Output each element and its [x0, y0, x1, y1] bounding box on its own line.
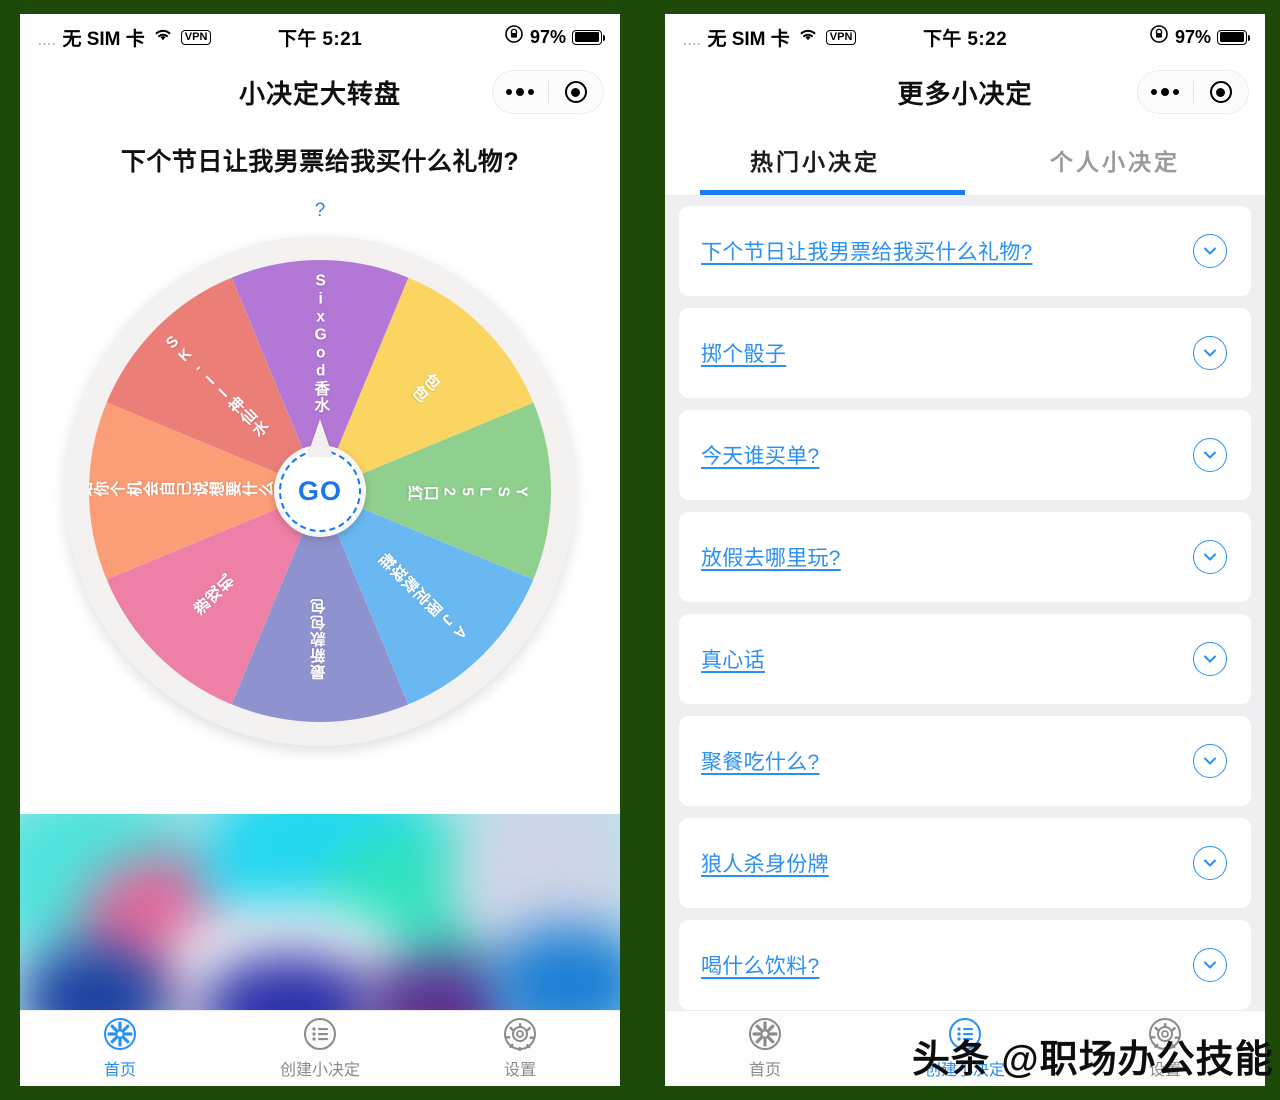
wheel-result-hint: ?	[314, 200, 326, 221]
status-time-right: 下午 5:22	[922, 28, 1008, 50]
more-menu-button-left[interactable]	[493, 88, 548, 96]
status-left-group-right: .... 无 SIM 卡 VPN	[683, 24, 923, 51]
gear-icon	[503, 1017, 537, 1051]
carrier-label: 无 SIM 卡	[707, 28, 790, 50]
status-right-group-right: 97%	[1007, 24, 1251, 50]
status-left-group: .... 无 SIM 卡 VPN	[38, 24, 278, 51]
battery-icon	[1217, 29, 1251, 45]
watermark-text: 头条 @职场办公技能	[912, 1039, 1274, 1081]
list-item[interactable]: 聚餐吃什么?	[679, 716, 1251, 806]
decision-list[interactable]: 下个节日让我男票给我买什么礼物? 掷个骰子今天谁买单? 放假去哪里玩? 真心话聚…	[665, 196, 1265, 1010]
chevron-down-icon[interactable]	[1193, 744, 1227, 778]
list-item-label[interactable]: 今天谁买单?	[701, 440, 819, 470]
tab-label: 创建小决定	[279, 1062, 360, 1079]
ellipsis-icon	[506, 88, 535, 96]
promo-banner-blurred[interactable]	[20, 814, 620, 1010]
signal-dots-icon: ....	[683, 32, 702, 48]
carrier-label: 无 SIM 卡	[62, 28, 145, 50]
wheel-pointer-icon	[307, 419, 333, 457]
ellipsis-icon	[1151, 88, 1180, 96]
list-item[interactable]: 狼人杀身份牌	[679, 818, 1251, 908]
screenshot-stage: .... 无 SIM 卡 VPN 下午 5:21 97% 小决定大转盘 下个节日…	[0, 0, 1280, 1100]
status-bar-left: .... 无 SIM 卡 VPN 下午 5:21 97%	[20, 14, 620, 60]
status-right-group: 97%	[362, 24, 606, 50]
list-item[interactable]: 放假去哪里玩?	[679, 512, 1251, 602]
list-item[interactable]: 真心话	[679, 614, 1251, 704]
wifi-icon	[796, 25, 820, 49]
wheel-go-button[interactable]: GO	[274, 445, 366, 537]
list-icon	[303, 1017, 337, 1051]
bottom-tab-bar-left[interactable]: 首页 创建小决定 设置	[20, 1010, 620, 1086]
wheel-page: 下个节日让我男票给我买什么礼物? ? SixGod香水 包包 YSL52口红 AJ限定…	[20, 124, 620, 1010]
list-item[interactable]: 喝什么饮料?	[679, 920, 1251, 1010]
list-item-label[interactable]: 喝什么饮料?	[701, 950, 819, 980]
list-item-label[interactable]: 掷个骰子	[701, 338, 786, 368]
chevron-down-icon[interactable]	[1193, 336, 1227, 370]
list-item-label[interactable]: 聚餐吃什么?	[701, 746, 819, 776]
list-item-label[interactable]: 真心话	[701, 644, 765, 674]
nav-bar-right: 更多小决定	[665, 60, 1265, 124]
page-title-left: 小决定大转盘	[238, 78, 401, 109]
status-bar-right: .... 无 SIM 卡 VPN 下午 5:22 97%	[665, 14, 1265, 60]
chevron-down-icon[interactable]	[1193, 234, 1227, 268]
chevron-down-icon[interactable]	[1193, 948, 1227, 982]
list-item-label[interactable]: 狼人杀身份牌	[701, 848, 829, 878]
lock-rotation-icon	[1149, 24, 1169, 50]
chevron-down-icon[interactable]	[1193, 438, 1227, 472]
signal-dots-icon: ....	[38, 32, 57, 48]
battery-icon	[572, 29, 606, 45]
list-item[interactable]: 今天谁买单?	[679, 410, 1251, 500]
vpn-badge: VPN	[180, 29, 212, 45]
tab-active-indicator	[700, 190, 965, 195]
battery-percent-label: 97%	[529, 26, 567, 47]
wheel-icon	[103, 1017, 137, 1051]
phone-screen-left: .... 无 SIM 卡 VPN 下午 5:21 97% 小决定大转盘 下个节日…	[20, 14, 620, 1086]
nav-bar-left: 小决定大转盘	[20, 60, 620, 124]
status-time-left: 下午 5:21	[277, 28, 363, 50]
wheel-question: 下个节日让我男票给我买什么礼物?	[120, 148, 520, 176]
phone-screen-right: .... 无 SIM 卡 VPN 下午 5:22 97% 更多小决定 热门小决定…	[665, 14, 1265, 1086]
battery-percent-label: 97%	[1174, 26, 1212, 47]
tab-label: 首页	[748, 1062, 781, 1079]
wheel-icon	[748, 1017, 782, 1051]
wheel-widget[interactable]: SixGod香水 包包 YSL52口红 AJ限定款球鞋 最新款包包 游戏机 给你个机会自己说…	[65, 236, 575, 746]
tab-label: 首页	[103, 1062, 136, 1079]
list-item-label[interactable]: 放假去哪里玩?	[701, 542, 841, 572]
wechat-capsule-left[interactable]	[492, 70, 604, 114]
list-item[interactable]: 掷个骰子	[679, 308, 1251, 398]
chevron-down-icon[interactable]	[1193, 846, 1227, 880]
close-miniapp-button-right[interactable]	[1194, 81, 1249, 103]
go-button-label: GO	[297, 475, 342, 506]
wechat-capsule-right[interactable]	[1137, 70, 1249, 114]
page-title-right: 更多小决定	[897, 78, 1033, 109]
chevron-down-icon[interactable]	[1193, 642, 1227, 676]
segment-tab[interactable]: 热门小决定	[665, 124, 965, 195]
chevron-down-icon[interactable]	[1193, 540, 1227, 574]
list-item-label[interactable]: 下个节日让我男票给我买什么礼物?	[701, 236, 1032, 266]
tab-gear[interactable]: 设置	[420, 1017, 620, 1080]
tab-label: 设置	[503, 1062, 536, 1079]
wifi-icon	[151, 25, 175, 49]
more-menu-button-right[interactable]	[1138, 88, 1193, 96]
list-item[interactable]: 下个节日让我男票给我买什么礼物?	[679, 206, 1251, 296]
close-miniapp-button-left[interactable]	[549, 81, 604, 103]
target-icon	[564, 81, 587, 103]
lock-rotation-icon	[504, 24, 524, 50]
vpn-badge: VPN	[825, 29, 857, 45]
tab-wheel[interactable]: 首页	[665, 1017, 865, 1080]
tab-wheel[interactable]: 首页	[20, 1017, 220, 1080]
tab-list[interactable]: 创建小决定	[220, 1017, 420, 1080]
segment-tabs[interactable]: 热门小决定 个人小决定	[665, 124, 1265, 196]
segment-tab[interactable]: 个人小决定	[965, 124, 1265, 195]
target-icon	[1209, 81, 1232, 103]
